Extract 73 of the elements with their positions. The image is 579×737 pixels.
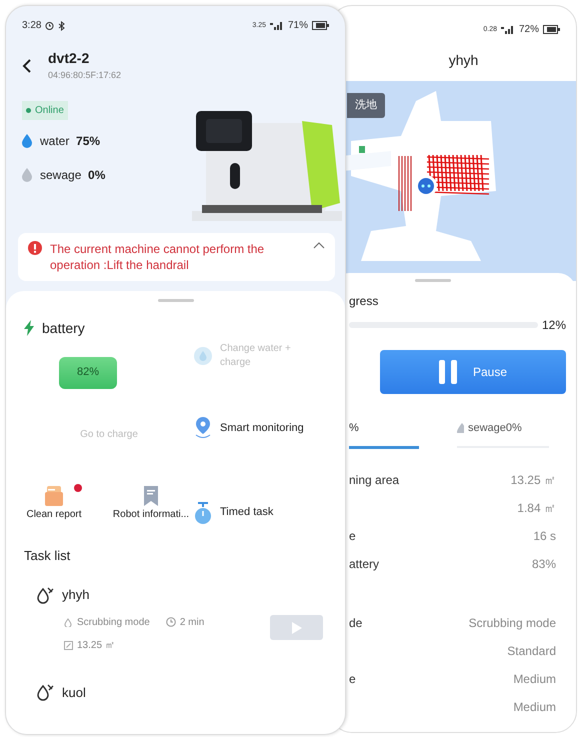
tab[interactable]: sewage0% bbox=[419, 420, 549, 449]
drag-handle[interactable] bbox=[158, 298, 194, 302]
task-list-title: Task list bbox=[23, 546, 72, 564]
task-mode: Scrubbing mode bbox=[77, 616, 150, 630]
alert-message: The current machine cannot perform the operation :Lift the handrail bbox=[50, 240, 266, 272]
stat-value: 16 s bbox=[533, 528, 556, 545]
status-time: 3:28 bbox=[22, 19, 42, 33]
mop-icon bbox=[64, 618, 73, 626]
battery-icon bbox=[312, 21, 329, 30]
alarm-icon bbox=[45, 21, 54, 30]
water-drop-icon bbox=[22, 134, 32, 148]
mop-drop-icon bbox=[36, 586, 54, 604]
screen-title: yhyh bbox=[448, 51, 480, 70]
action-label: Go to charge bbox=[80, 428, 138, 442]
stat-value: Medium bbox=[513, 671, 556, 688]
play-icon bbox=[292, 622, 302, 634]
tank-level: water 75% bbox=[40, 132, 100, 150]
stat-value: Standard bbox=[507, 643, 556, 660]
task-name: kuol bbox=[62, 684, 86, 702]
action-item[interactable]: Smart monitoring bbox=[194, 388, 337, 442]
mac-address: 04:96:80:5F:17:62 bbox=[48, 69, 122, 82]
stat-label: ning area bbox=[349, 472, 400, 489]
clock-icon bbox=[166, 617, 176, 627]
stat-label: e bbox=[349, 528, 356, 545]
notification-dot bbox=[74, 484, 82, 492]
battery-icon bbox=[543, 24, 560, 34]
action-item[interactable]: Robot informati... bbox=[108, 442, 194, 522]
tank-level: sewage 0% bbox=[40, 166, 106, 184]
signal-icon bbox=[270, 21, 284, 30]
stat-value: 83% bbox=[532, 556, 556, 573]
status-dot-icon bbox=[26, 108, 31, 112]
stat-label: attery bbox=[349, 556, 380, 573]
battery-percent: 72% bbox=[518, 22, 539, 36]
stat-value: Scrubbing mode bbox=[468, 615, 556, 632]
lightning-icon bbox=[24, 320, 34, 336]
action-item[interactable]: Timed task bbox=[194, 442, 337, 524]
pause-icon bbox=[438, 360, 457, 384]
battery-label: battery bbox=[42, 318, 85, 338]
map-mode-label: 洗地 bbox=[347, 93, 385, 118]
stat-value: 1.84 ㎡ bbox=[517, 500, 556, 517]
progress-value: 12% bbox=[542, 317, 566, 334]
chevron-up-icon[interactable] bbox=[313, 240, 325, 248]
bookmark-icon bbox=[144, 486, 158, 506]
stat-value: 13.25 ㎡ bbox=[510, 472, 556, 489]
action-item[interactable]: Clean report bbox=[24, 442, 84, 522]
drag-handle[interactable] bbox=[415, 279, 451, 282]
water-drop-circle-icon bbox=[194, 347, 212, 365]
device-name: dvt2-2 bbox=[48, 49, 90, 68]
action-label: Clean report bbox=[26, 508, 82, 522]
battery-level-button[interactable]: 82% bbox=[59, 356, 117, 388]
tab[interactable]: % bbox=[349, 420, 419, 449]
action-label: Robot informati... bbox=[112, 508, 190, 522]
mop-drop-icon bbox=[36, 683, 54, 702]
action-label: Change water + charge bbox=[220, 342, 292, 370]
back-icon[interactable] bbox=[22, 58, 32, 74]
signal-icon bbox=[500, 24, 515, 34]
task-area: 13.25 ㎡ bbox=[77, 638, 115, 652]
task-name: yhyh bbox=[62, 586, 90, 604]
action-label: Timed task bbox=[220, 505, 274, 520]
action-label: Smart monitoring bbox=[220, 420, 304, 436]
progress-label: gress bbox=[349, 293, 380, 310]
error-icon bbox=[28, 240, 42, 254]
location-pin-icon bbox=[194, 417, 212, 439]
stat-label: e bbox=[349, 671, 356, 688]
stopwatch-icon bbox=[194, 502, 212, 524]
document-stack-icon bbox=[45, 486, 63, 506]
stat-value: Medium bbox=[513, 699, 556, 716]
task-duration: 2 min bbox=[180, 616, 204, 630]
bluetooth-icon bbox=[58, 20, 66, 30]
area-icon bbox=[64, 640, 73, 650]
battery-percent: 71% bbox=[288, 19, 308, 33]
stat-label: de bbox=[349, 615, 362, 632]
online-badge: Online bbox=[22, 100, 68, 120]
